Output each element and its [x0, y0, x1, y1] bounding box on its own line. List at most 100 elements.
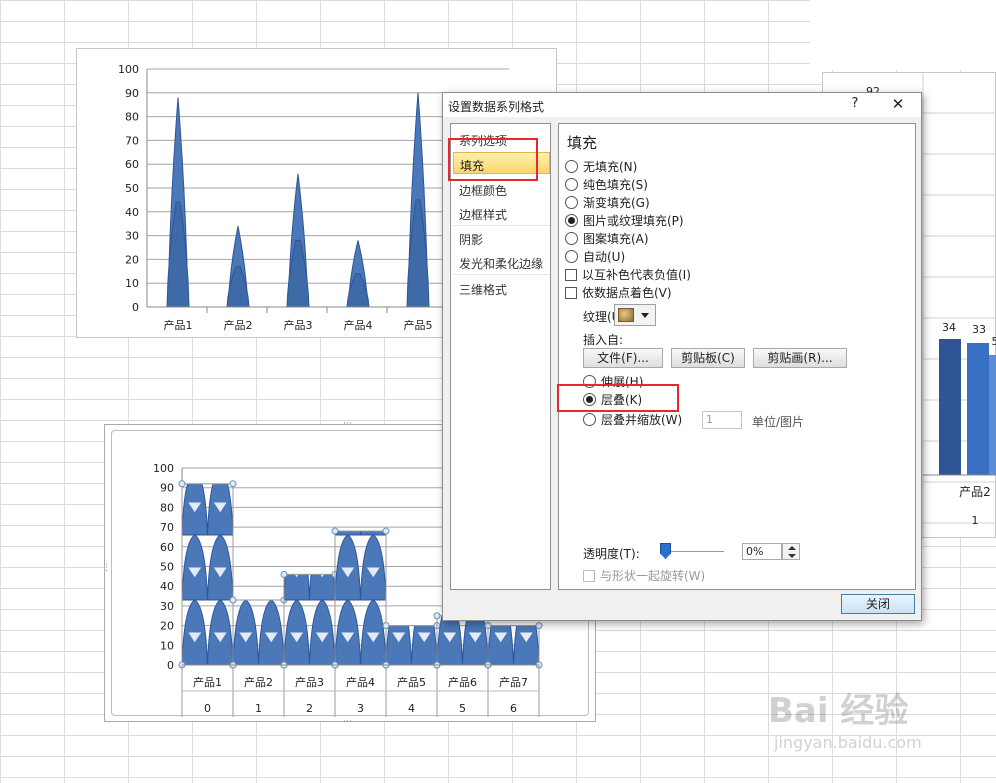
x-number-label: 1	[255, 702, 262, 715]
resize-grip-bottom[interactable]: ⋯	[343, 718, 352, 727]
radio-icon	[565, 196, 578, 209]
data-label: 34	[942, 321, 956, 334]
bar-tile	[257, 599, 284, 601]
sheet-blank-area	[810, 0, 996, 70]
radio-auto-fill[interactable]: 自动(U)	[565, 249, 625, 267]
nav-item-border-style[interactable]: 边框样式	[453, 202, 550, 224]
checkbox-icon	[565, 287, 577, 299]
insert-from-label: 插入自:	[583, 333, 624, 347]
radio-label: 纯色填充(S)	[583, 178, 648, 192]
bar-tile	[335, 431, 361, 470]
radio-label: 图片或纹理填充(P)	[583, 214, 684, 228]
selection-handle	[433, 612, 441, 620]
data-label: 5	[992, 335, 996, 348]
units-per-picture-input[interactable]: 1	[702, 411, 742, 429]
dialog-titlebar[interactable]: 设置数据系列格式 ? ✕	[443, 93, 921, 117]
radio-pattern-fill[interactable]: 图案填充(A)	[565, 231, 649, 249]
x-tick-label: 产品5	[404, 318, 433, 332]
nav-item-shadow[interactable]: 阴影	[453, 227, 550, 249]
radio-no-fill[interactable]: 无填充(N)	[565, 159, 637, 177]
y-tick-label: 80	[160, 501, 174, 514]
x-tick-label: 产品1	[164, 318, 193, 332]
transparency-slider-thumb[interactable]	[660, 543, 671, 559]
bar-tile	[182, 534, 209, 601]
selection-handle	[280, 570, 288, 578]
x-tick-label: 产品2	[224, 318, 253, 332]
radio-stack-scale[interactable]: 层叠并缩放(W)	[583, 412, 682, 430]
y-tick-label: 70	[125, 134, 139, 147]
nav-item-3d-format[interactable]: 三维格式	[453, 277, 550, 299]
selection-handle	[484, 622, 492, 630]
y-tick-label: 10	[160, 639, 174, 652]
checkbox-icon	[583, 570, 595, 582]
file-button[interactable]: 文件(F)...	[583, 348, 663, 368]
radio-gradient-fill[interactable]: 渐变填充(G)	[565, 195, 650, 213]
y-tick-label: 100	[153, 462, 174, 475]
bar-tile	[361, 431, 387, 470]
bar-tile-notch	[214, 437, 227, 447]
y-tick-label: 0	[132, 301, 139, 314]
y-tick-label: 20	[160, 620, 174, 633]
transparency-spinner[interactable]	[782, 543, 800, 560]
transparency-input[interactable]: 0%	[742, 543, 782, 560]
bar-tile-notch	[265, 567, 278, 577]
transparency-slider-track[interactable]	[664, 551, 724, 552]
bar-tile	[233, 599, 260, 601]
x-tick-label: 产品3	[295, 675, 324, 689]
close-button[interactable]: 关闭	[841, 594, 915, 614]
clipboard-button[interactable]: 剪贴板(C)	[671, 348, 745, 368]
chevron-down-icon	[641, 313, 649, 318]
bar-tile-notch	[239, 567, 252, 577]
resize-grip-left[interactable]: ⋮	[102, 564, 111, 573]
checkbox-invert-negative[interactable]: 以互补色代表负值(I)	[565, 267, 691, 285]
y-tick-label: 20	[125, 253, 139, 266]
x-tick-label: 产品2	[244, 675, 273, 689]
checkbox-vary-colors[interactable]: 依数据点着色(V)	[565, 285, 672, 303]
bar	[967, 343, 989, 475]
help-button[interactable]: ?	[847, 96, 863, 114]
x-number-label: 6	[510, 702, 517, 715]
radio-picture-fill[interactable]: 图片或纹理填充(P)	[565, 213, 684, 231]
data-label: 33	[972, 323, 986, 336]
bar-tile	[208, 431, 234, 470]
bar-tile	[359, 534, 386, 601]
y-tick-label: 0	[167, 659, 174, 672]
bar-tile-notch	[418, 567, 431, 577]
texture-dropdown[interactable]	[614, 304, 656, 326]
resize-grip-top[interactable]: ⋯	[343, 420, 352, 429]
transparency-label: 透明度(T):	[583, 547, 640, 561]
nav-item-glow[interactable]: 发光和柔化边缘	[453, 251, 550, 273]
bar-tile	[284, 574, 311, 601]
y-tick-label: 70	[160, 521, 174, 534]
watermark-logo: Bai 经验	[768, 691, 909, 731]
x-tick-label: 产品1	[193, 675, 222, 689]
x-number-label: 2	[306, 702, 313, 715]
bar-tile-notch	[367, 437, 380, 447]
y-tick-label: 90	[125, 87, 139, 100]
clipart-button[interactable]: 剪贴画(R)...	[753, 348, 847, 368]
radio-icon	[565, 232, 578, 245]
y-tick-label: 60	[160, 541, 174, 554]
bar-tile-notch	[341, 437, 354, 447]
selection-handle	[382, 622, 390, 630]
selection-handle	[229, 596, 237, 604]
nav-separator	[453, 274, 550, 275]
x-tick-label: 产品4	[346, 675, 375, 689]
radio-icon	[565, 160, 578, 173]
bar-tile	[335, 531, 362, 536]
nav-item-border-color[interactable]: 边框颜色	[453, 178, 550, 200]
bar-tile	[182, 483, 209, 536]
bar-tile	[284, 470, 310, 535]
radio-label: 图案填充(A)	[583, 232, 649, 246]
radio-solid-fill[interactable]: 纯色填充(S)	[565, 177, 648, 195]
bar-tile-notch	[188, 437, 201, 447]
checkbox-icon	[565, 269, 577, 281]
fill-panel: 填充 无填充(N) 纯色填充(S) 渐变填充(G) 图片或纹理填充(P) 图案填…	[558, 123, 916, 590]
close-icon[interactable]: ✕	[889, 95, 907, 115]
y-tick-label: 60	[125, 158, 139, 171]
bar-tile	[206, 534, 233, 601]
x-number-label: 3	[357, 702, 364, 715]
bar-tile-notch	[392, 567, 405, 577]
y-tick-label: 100	[118, 63, 139, 76]
selection-handle	[382, 527, 390, 535]
